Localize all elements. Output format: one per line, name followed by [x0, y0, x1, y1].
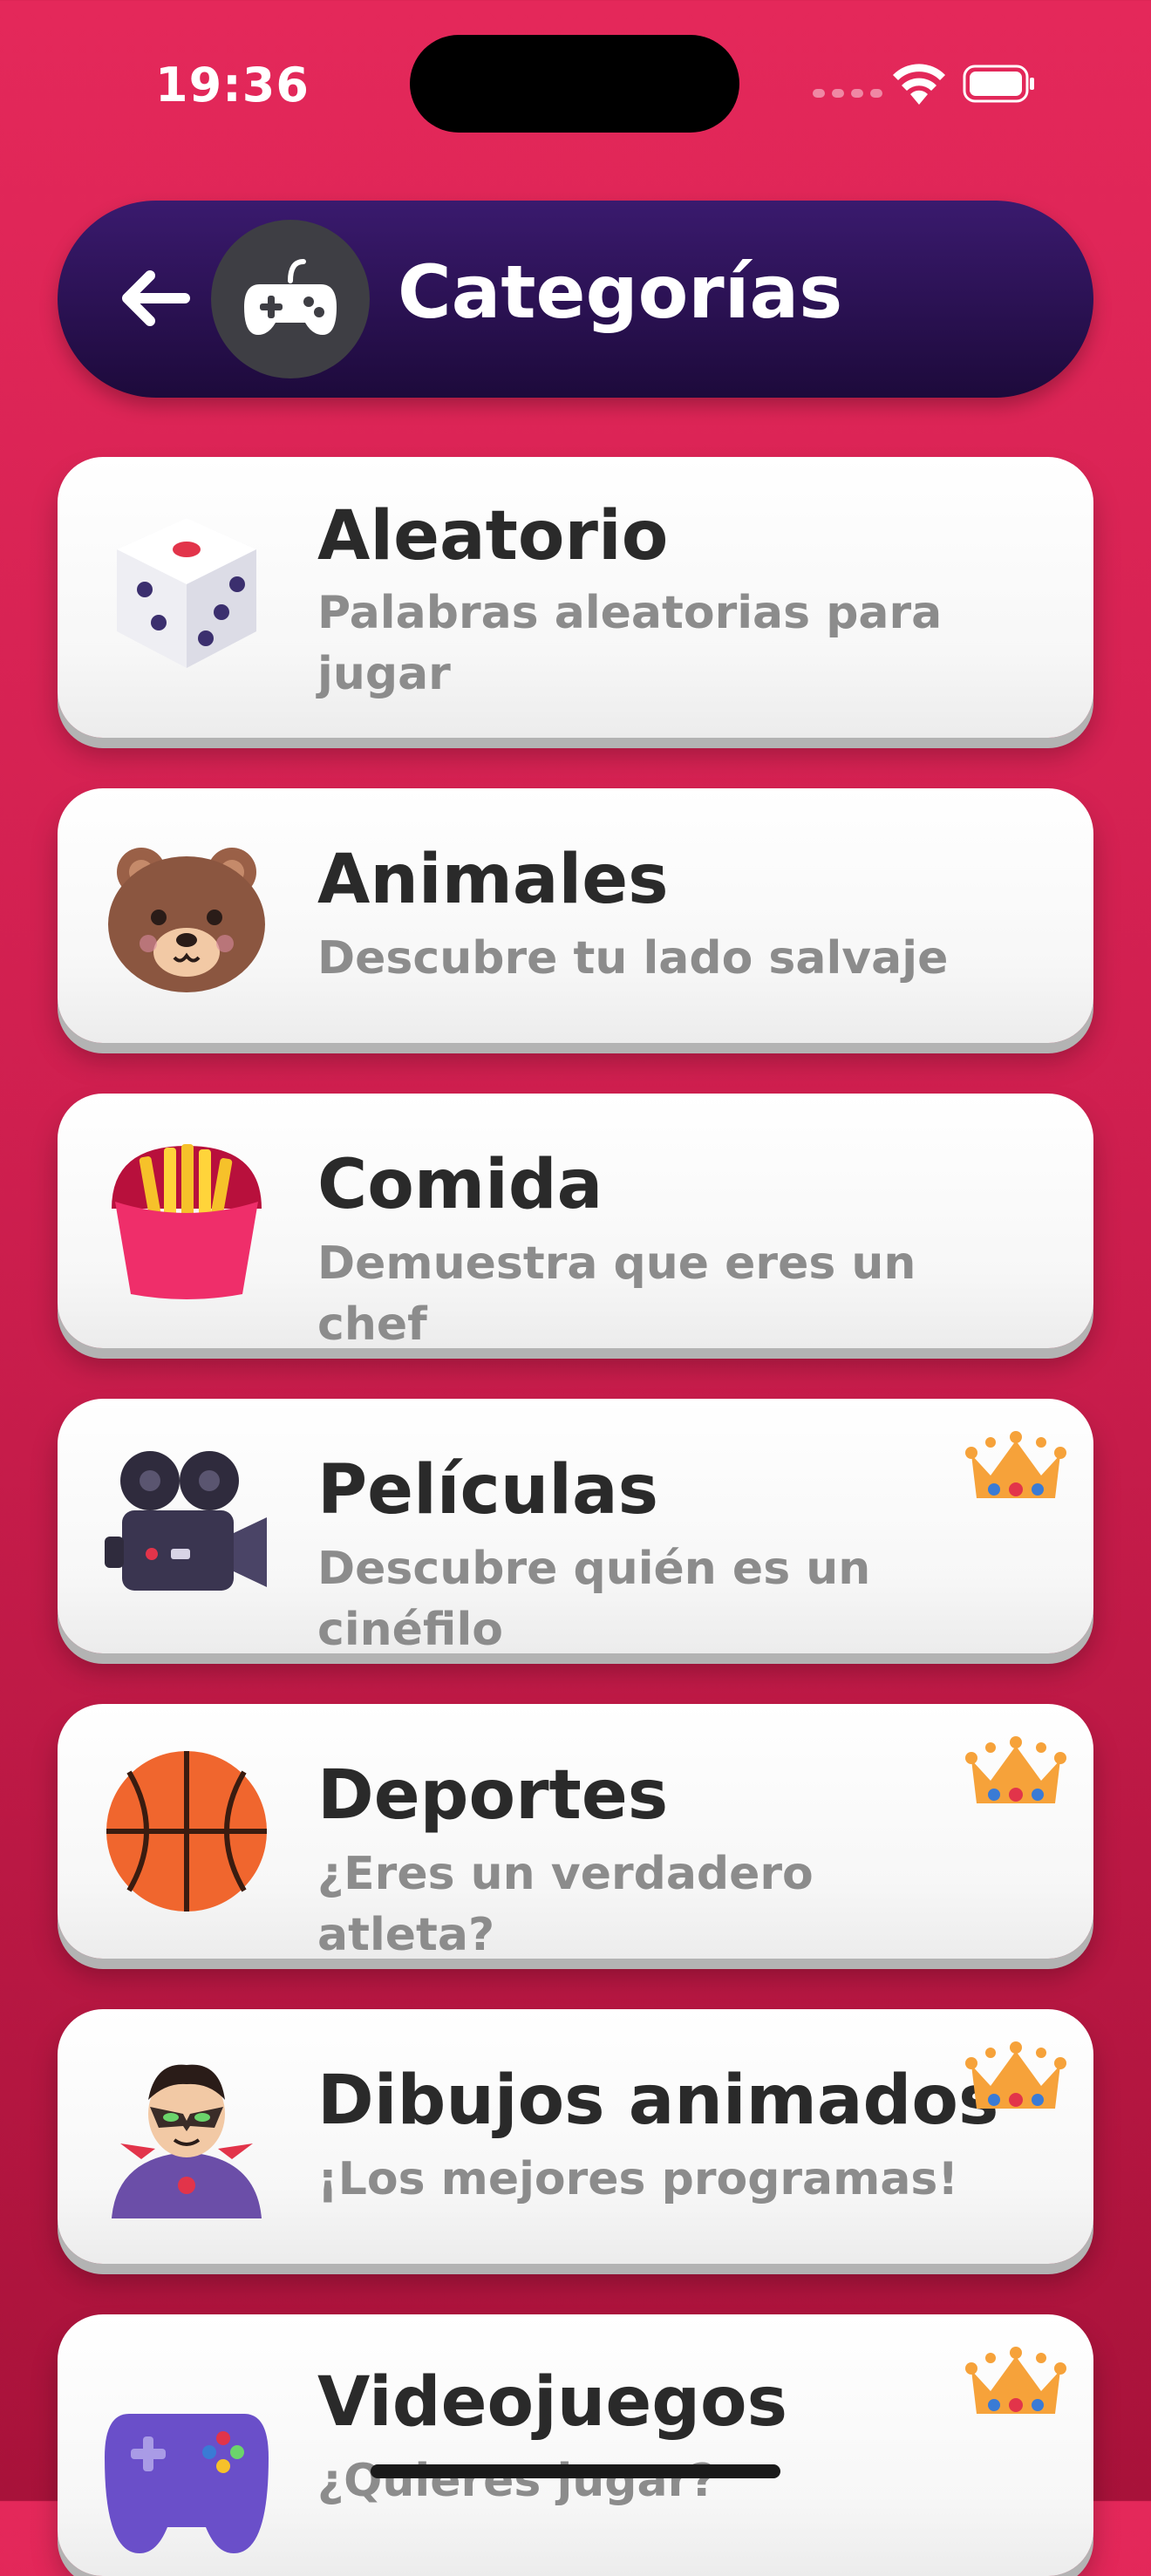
basketball-icon — [106, 1751, 267, 1912]
category-subtitle: ¡Los mejores programas! — [317, 2153, 959, 2205]
movie-camera-icon — [105, 1451, 267, 1591]
game-controller-icon — [105, 2414, 269, 2553]
back-arrow-icon[interactable] — [115, 263, 194, 333]
wifi-icon — [893, 64, 945, 105]
category-subtitle: Demuestra que eres un chef — [317, 1237, 916, 1351]
category-subtitle: Palabras aleatorias para jugar — [317, 587, 943, 700]
battery-icon — [963, 65, 1034, 103]
status-time: 19:36 — [155, 58, 310, 112]
category-card-aleatorio[interactable]: Aleatorio Palabras aleatorias para jugar — [58, 457, 1093, 738]
cellular-signal-icon — [813, 89, 882, 98]
category-card-videojuegos[interactable]: Videojuegos ¿Quieres jugar? — [58, 2314, 1093, 2576]
home-indicator — [371, 2464, 780, 2478]
dynamic-island — [410, 35, 739, 133]
crown-icon — [965, 2041, 1066, 2109]
category-subtitle: Descubre tu lado salvaje — [317, 932, 949, 985]
category-card-comida[interactable]: Comida Demuestra que eres un chef — [58, 1094, 1093, 1351]
category-card-peliculas[interactable]: Películas Descubre quién es un cinéfilo — [58, 1399, 1093, 1656]
crown-icon — [965, 2347, 1066, 2414]
category-card-animales[interactable]: Animales Descubre tu lado salvaje — [58, 788, 1093, 1043]
category-title: Dibujos animados — [317, 2061, 999, 2140]
header-bar: Categorías — [58, 201, 1093, 398]
fries-icon — [112, 1144, 262, 1299]
category-subtitle: ¿Eres un verdadero atleta? — [317, 1848, 814, 1961]
dice-icon — [117, 518, 256, 668]
status-bar: 19:36 — [0, 0, 1151, 166]
category-subtitle: Descubre quién es un cinéfilo — [317, 1543, 871, 1656]
category-title: Animales — [317, 841, 669, 919]
page-title: Categorías — [398, 249, 843, 335]
gamepad-icon — [244, 259, 337, 335]
villain-icon — [112, 2064, 262, 2218]
category-title: Deportes — [317, 1756, 669, 1835]
category-card-deportes[interactable]: Deportes ¿Eres un verdadero atleta? — [58, 1704, 1093, 1961]
crown-icon — [965, 1736, 1066, 1803]
category-subtitle: ¿Quieres jugar? — [317, 2455, 717, 2507]
category-title: Comida — [317, 1146, 603, 1224]
crown-icon — [965, 1431, 1066, 1498]
category-title: Películas — [317, 1451, 659, 1530]
category-title: Videojuegos — [317, 2363, 788, 2442]
category-title: Aleatorio — [317, 497, 669, 576]
bear-icon — [108, 848, 265, 992]
category-card-dibujos-animados[interactable]: Dibujos animados ¡Los mejores programas! — [58, 2009, 1093, 2264]
gamepad-avatar — [211, 220, 370, 378]
